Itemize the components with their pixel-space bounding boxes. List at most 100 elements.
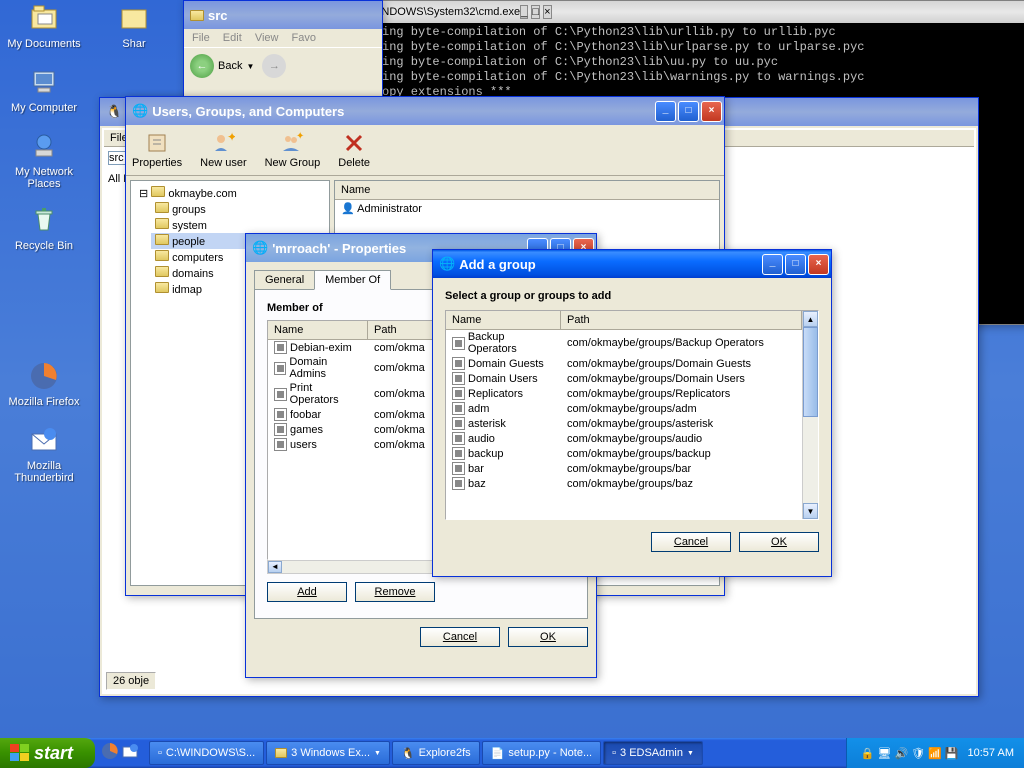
add-button[interactable]: Add [267,582,347,602]
desktop-icon-thunderbird[interactable]: Mozilla Thunderbird [6,424,82,484]
list-row[interactable]: Domain Userscom/okmaybe/groups/Domain Us… [446,371,802,386]
maximize-button[interactable]: □ [531,5,540,19]
desktop-icon-firefox[interactable]: Mozilla Firefox [6,360,82,408]
file-menu[interactable]: File [192,32,210,44]
tree-root[interactable]: ⊟ okmaybe.com [135,185,325,201]
task-cmd[interactable]: ▫C:\WINDOWS\S... [149,741,264,765]
ugc-titlebar[interactable]: 🌐 Users, Groups, and Computers _ □ × [126,97,724,125]
desktop-icon-network-places[interactable]: My Network Places [6,130,82,190]
favorites-menu[interactable]: Favo [292,32,316,44]
ok-button[interactable]: OK [739,532,819,552]
tab-general[interactable]: General [254,270,315,289]
group-icon [452,357,465,370]
back-button[interactable]: Back [218,60,242,72]
status-bar: 26 obje [106,672,156,690]
desktop-icon-my-computer[interactable]: My Computer [6,66,82,114]
list-row[interactable]: Domain Guestscom/okmaybe/groups/Domain G… [446,356,802,371]
task-edsadmin[interactable]: ▫3 EDSAdmin▼ [603,741,703,765]
task-explorer[interactable]: 3 Windows Ex...▼ [266,741,390,765]
minimize-button[interactable]: _ [655,101,676,122]
group-icon [452,387,465,400]
cancel-button[interactable]: Cancel [420,627,500,647]
list-row[interactable]: asteriskcom/okmaybe/groups/asterisk [446,416,802,431]
taskbar: start ▫C:\WINDOWS\S... 3 Windows Ex...▼ … [0,738,1024,768]
list-row[interactable]: backupcom/okmaybe/groups/backup [446,446,802,461]
group-icon [274,341,287,354]
maximize-button[interactable]: □ [785,254,806,275]
remove-button[interactable]: Remove [355,582,435,602]
group-icon [452,477,465,490]
desktop-icon-shar[interactable]: Shar [96,2,172,50]
minimize-button[interactable]: _ [762,254,783,275]
tray-icon[interactable]: 💾 [945,747,959,760]
tray-icon[interactable]: 📶 [928,747,942,760]
clock[interactable]: 10:57 AM [968,747,1014,759]
col-name[interactable]: Name [268,321,368,339]
scroll-thumb[interactable] [803,327,818,417]
scroll-down-icon[interactable]: ▼ [803,503,818,519]
list-header-name[interactable]: Name [335,181,719,200]
group-icon [452,402,465,415]
ugc-toolbar: Properties ✦ New user ✦ New Group Delete [126,125,724,176]
group-icon [452,372,465,385]
src-title: src [208,8,380,23]
group-icon [274,362,286,375]
col-name[interactable]: Name [446,311,561,329]
properties-tool[interactable]: Properties [132,131,182,169]
app-icon: 🌐 [132,103,148,119]
newgroup-tool[interactable]: ✦ New Group [265,131,321,169]
col-path[interactable]: Path [561,311,802,329]
cancel-button[interactable]: Cancel [651,532,731,552]
vertical-scrollbar[interactable]: ▲ ▼ [802,311,818,519]
task-items: ▫C:\WINDOWS\S... 3 Windows Ex...▼ 🐧Explo… [145,741,846,765]
view-menu[interactable]: View [255,32,279,44]
group-icon [274,408,287,421]
dropdown-icon[interactable]: ▼ [246,62,254,71]
list-row[interactable]: Replicatorscom/okmaybe/groups/Replicator… [446,386,802,401]
minimize-button[interactable]: _ [520,5,528,19]
tray-icon[interactable]: 🔊 [894,747,908,760]
maximize-button[interactable]: □ [678,101,699,122]
group-icon [452,462,465,475]
group-icon [274,423,287,436]
tray-icon[interactable]: 🖥 [877,747,891,760]
tab-memberof[interactable]: Member Of [314,270,391,290]
start-button[interactable]: start [0,738,95,768]
src-explorer-window: src File Edit View Favo ← Back ▼ → [183,0,383,110]
tree-item-system[interactable]: system [151,217,325,233]
desktop-icon-recycle-bin[interactable]: Recycle Bin [6,204,82,252]
ql-thunderbird-icon[interactable] [121,742,139,764]
newuser-tool[interactable]: ✦ New user [200,131,246,169]
tray-icon[interactable]: 🔒 [861,747,875,760]
forward-icon[interactable]: → [262,54,286,78]
list-row[interactable]: audiocom/okmaybe/groups/audio [446,431,802,446]
list-row[interactable]: barcom/okmaybe/groups/bar [446,461,802,476]
close-button[interactable]: × [808,254,829,275]
icon-label: Recycle Bin [6,240,82,252]
tray-icon[interactable]: 🛡 [911,747,925,760]
task-explore2fs[interactable]: 🐧Explore2fs [392,741,480,765]
list-row[interactable]: bazcom/okmaybe/groups/baz [446,476,802,491]
scroll-up-icon[interactable]: ▲ [803,311,818,327]
icon-label: Mozilla Thunderbird [6,460,82,484]
tree-item-groups[interactable]: groups [151,201,325,217]
list-row[interactable]: admcom/okmaybe/groups/adm [446,401,802,416]
group-icon [452,447,465,460]
src-toolbar: ← Back ▼ → [184,47,382,84]
ql-firefox-icon[interactable] [101,742,119,764]
src-menu-bar: File Edit View Favo [184,29,382,47]
desktop-icon-my-documents[interactable]: My Documents [6,2,82,50]
addgrp-titlebar[interactable]: 🌐 Add a group _ □ × [433,250,831,278]
task-notepad[interactable]: 📄setup.py - Note... [482,741,601,765]
src-titlebar[interactable]: src [184,1,382,29]
delete-tool[interactable]: Delete [338,131,370,169]
close-button[interactable]: × [543,5,551,19]
cmd-titlebar[interactable]: ▫ C:\WINDOWS\System32\cmd.exe _ □ × [344,1,1024,23]
back-icon[interactable]: ← [190,54,214,78]
edit-menu[interactable]: Edit [223,32,242,44]
list-row[interactable]: Backup Operatorscom/okmaybe/groups/Backu… [446,330,802,356]
add-group-window: 🌐 Add a group _ □ × Select a group or gr… [432,249,832,577]
ok-button[interactable]: OK [508,627,588,647]
close-button[interactable]: × [701,101,722,122]
list-item-administrator[interactable]: 👤 Administrator [335,200,719,217]
